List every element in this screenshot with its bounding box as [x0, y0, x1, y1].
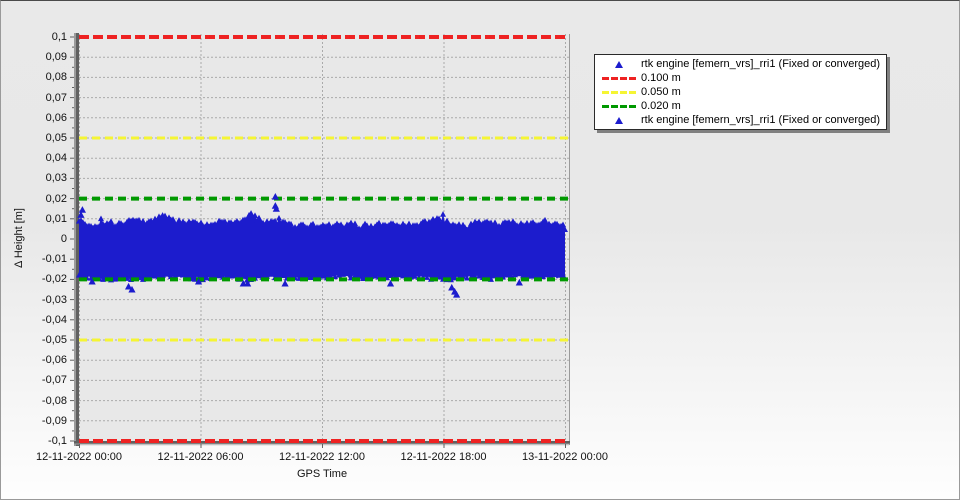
legend-dash: [602, 105, 609, 108]
y-tick-label: -0,1: [1, 434, 67, 448]
dashed-line-icon: [597, 91, 641, 94]
legend-label: 0.100 m: [641, 72, 681, 84]
y-tick-label: 0,03: [1, 171, 67, 185]
y-tick-label: -0,05: [1, 333, 67, 347]
y-tick-label: 0,04: [1, 151, 67, 165]
legend-dash: [602, 91, 609, 94]
legend-dash: [629, 91, 636, 94]
legend-label: 0.050 m: [641, 86, 681, 98]
x-tick-label: 12-11-2022 06:00: [141, 451, 261, 463]
legend-item: 0.050 m: [597, 85, 880, 99]
y-tick-label: 0,1: [1, 30, 67, 44]
y-tick-label: 0,08: [1, 70, 67, 84]
x-tick-label: 12-11-2022 18:00: [384, 451, 504, 463]
y-tick-label: -0,08: [1, 394, 67, 408]
legend-item: rtk engine [femern_vrs]_rri1 (Fixed or c…: [597, 113, 880, 127]
legend-label: 0.020 m: [641, 100, 681, 112]
y-axis-line: [74, 33, 76, 446]
x-tick-label: 12-11-2022 12:00: [262, 451, 382, 463]
y-tick-label: 0,09: [1, 50, 67, 64]
dashed-line-icon: [597, 77, 641, 80]
triangle-marker-icon: [615, 61, 623, 68]
triangle-marker-icon: [615, 117, 623, 124]
legend-dash: [611, 77, 618, 80]
y-axis-line: [76, 33, 79, 446]
y-tick-label: -0,02: [1, 272, 67, 286]
y-tick-label: -0,07: [1, 373, 67, 387]
y-tick-label: -0,06: [1, 353, 67, 367]
y-tick-label: 0,02: [1, 192, 67, 206]
y-tick-label: -0,09: [1, 414, 67, 428]
triangle-marker-icon: [597, 117, 641, 124]
y-tick-label: 0,07: [1, 91, 67, 105]
legend-label: rtk engine [femern_vrs]_rri1 (Fixed or c…: [641, 58, 880, 70]
x-tick-label: 13-11-2022 00:00: [505, 451, 625, 463]
legend-dash: [611, 105, 618, 108]
y-tick-label: -0,01: [1, 252, 67, 266]
y-tick-label: 0,05: [1, 131, 67, 145]
dashed-line-icon: [597, 105, 641, 108]
legend-dash: [629, 77, 636, 80]
x-axis-title: GPS Time: [297, 468, 347, 480]
triangle-marker-icon: [597, 61, 641, 68]
y-tick-label: -0,04: [1, 313, 67, 327]
legend-item: 0.100 m: [597, 71, 880, 85]
legend-dash: [620, 105, 627, 108]
legend-dash: [620, 91, 627, 94]
legend-label: rtk engine [femern_vrs]_rri1 (Fixed or c…: [641, 114, 880, 126]
x-tick-label: 12-11-2022 00:00: [19, 451, 139, 463]
legend: rtk engine [femern_vrs]_rri1 (Fixed or c…: [594, 54, 887, 130]
legend-dash: [629, 105, 636, 108]
legend-item: 0.020 m: [597, 99, 880, 113]
legend-dash: [602, 77, 609, 80]
legend-dash: [620, 77, 627, 80]
legend-item: rtk engine [femern_vrs]_rri1 (Fixed or c…: [597, 57, 880, 71]
chart-window: Δ Height [m] 0,10,090,080,070,060,050,04…: [0, 0, 960, 500]
legend-dash: [611, 91, 618, 94]
y-tick-label: 0,06: [1, 111, 67, 125]
y-tick-label: 0,01: [1, 212, 67, 226]
y-tick-label: -0,03: [1, 293, 67, 307]
y-tick-label: 0: [1, 232, 67, 246]
